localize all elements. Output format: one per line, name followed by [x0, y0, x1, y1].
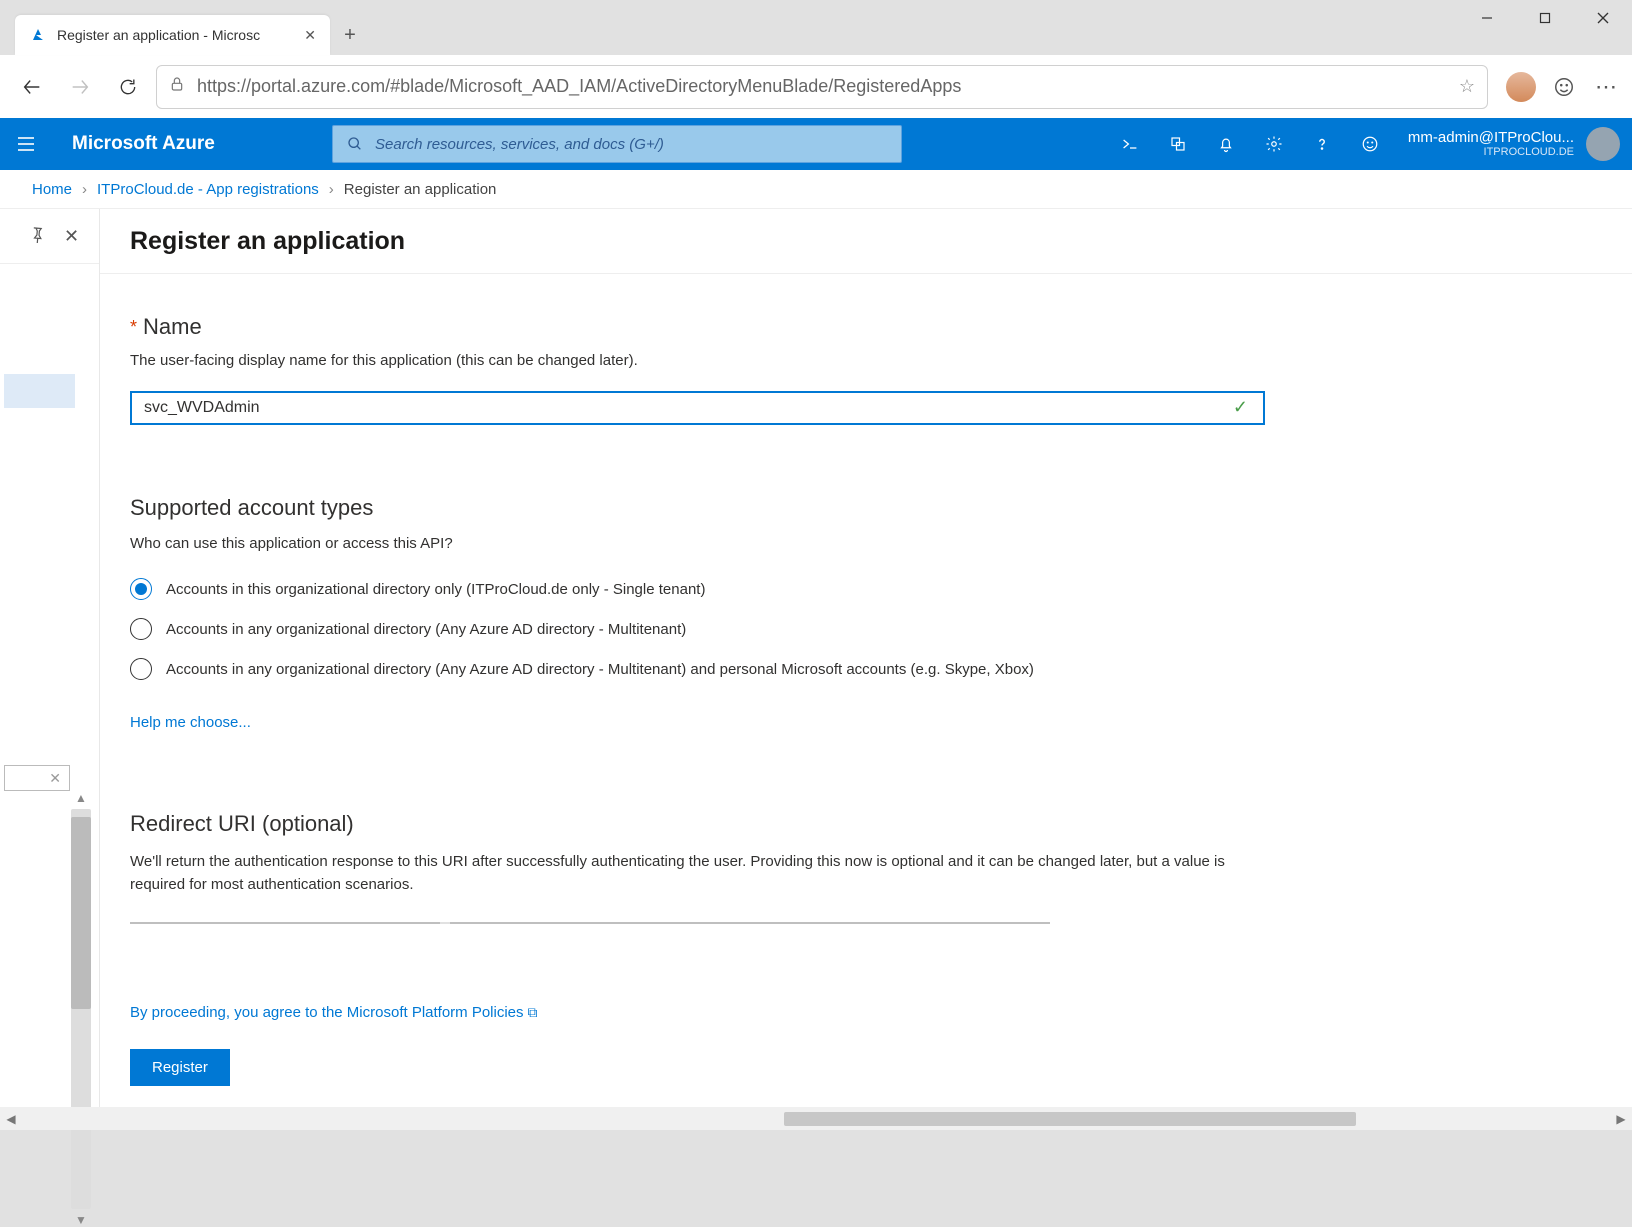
- tab-title: Register an application - Microsc: [57, 27, 294, 43]
- user-email: mm-admin@ITProClou...: [1408, 129, 1574, 146]
- breadcrumb-sep: ›: [329, 181, 334, 198]
- scroll-track[interactable]: [22, 1110, 1610, 1128]
- window-minimize[interactable]: [1458, 0, 1516, 36]
- cloud-shell-icon[interactable]: [1106, 118, 1154, 170]
- window-close[interactable]: [1574, 0, 1632, 36]
- platform-policies-link[interactable]: By proceeding, you agree to the Microsof…: [130, 1004, 538, 1021]
- radio-label: Accounts in this organizational director…: [166, 581, 705, 598]
- brand-label[interactable]: Microsoft Azure: [52, 133, 332, 155]
- breadcrumb-sep: ›: [82, 181, 87, 198]
- feedback-icon[interactable]: [1550, 73, 1578, 101]
- rail-selection: [4, 374, 75, 408]
- redirect-label: Redirect URI (optional): [130, 811, 1260, 837]
- feedback-smiley-icon[interactable]: [1346, 118, 1394, 170]
- profile-avatar[interactable]: [1506, 72, 1536, 102]
- breadcrumb: Home › ITProCloud.de - App registrations…: [0, 170, 1632, 209]
- account-types-desc: Who can use this application or access t…: [130, 535, 1260, 552]
- scroll-thumb[interactable]: [784, 1112, 1356, 1126]
- radio-single-tenant[interactable]: Accounts in this organizational director…: [130, 578, 1260, 600]
- global-search[interactable]: Search resources, services, and docs (G+…: [332, 125, 902, 163]
- search-placeholder: Search resources, services, and docs (G+…: [375, 136, 664, 153]
- page-title: Register an application: [130, 227, 405, 256]
- account-types-label: Supported account types: [130, 495, 1260, 521]
- azure-favicon: [29, 26, 47, 44]
- name-input[interactable]: [130, 391, 1265, 425]
- favorite-icon[interactable]: ☆: [1459, 76, 1475, 97]
- radio-label: Accounts in any organizational directory…: [166, 661, 1034, 678]
- help-me-choose-link[interactable]: Help me choose...: [130, 714, 251, 731]
- user-tenant: ITPROCLOUD.DE: [1408, 146, 1574, 159]
- main-content: Register an application * Name The user-…: [100, 209, 1632, 1107]
- browser-tab[interactable]: Register an application - Microsc ✕: [15, 15, 330, 55]
- rail-input[interactable]: ✕: [4, 765, 70, 791]
- nav-back-button[interactable]: [12, 67, 52, 107]
- browser-menu-icon[interactable]: ⋯: [1592, 73, 1620, 101]
- radio-multi-personal[interactable]: Accounts in any organizational directory…: [130, 658, 1260, 680]
- browser-toolbar: https://portal.azure.com/#blade/Microsof…: [0, 55, 1632, 118]
- breadcrumb-current: Register an application: [344, 181, 497, 198]
- close-blade-icon[interactable]: ✕: [64, 226, 79, 247]
- horizontal-scrollbar[interactable]: ◀ ▶: [0, 1107, 1632, 1130]
- radio-label: Accounts in any organizational directory…: [166, 621, 686, 638]
- pin-icon[interactable]: [28, 225, 46, 248]
- required-star: *: [130, 317, 137, 338]
- help-icon[interactable]: [1298, 118, 1346, 170]
- redirect-desc: We'll return the authentication response…: [130, 851, 1260, 896]
- register-button[interactable]: Register: [130, 1049, 230, 1086]
- user-account-info[interactable]: mm-admin@ITProClou... ITPROCLOUD.DE: [1394, 129, 1586, 159]
- scroll-left-icon[interactable]: ◀: [0, 1112, 22, 1126]
- radio-icon: [130, 618, 152, 640]
- window-maximize[interactable]: [1516, 0, 1574, 36]
- radio-multi-tenant[interactable]: Accounts in any organizational directory…: [130, 618, 1260, 640]
- name-label: Name: [143, 314, 202, 340]
- scroll-down-icon[interactable]: ▼: [71, 1213, 91, 1227]
- external-link-icon: ⧉: [528, 1004, 538, 1020]
- scroll-right-icon[interactable]: ▶: [1610, 1112, 1632, 1126]
- radio-icon: [130, 658, 152, 680]
- new-tab-button[interactable]: +: [330, 15, 370, 55]
- close-tab-icon[interactable]: ✕: [304, 27, 316, 44]
- check-icon: ✓: [1233, 397, 1248, 418]
- search-icon: [347, 136, 363, 152]
- directories-icon[interactable]: [1154, 118, 1202, 170]
- address-bar[interactable]: https://portal.azure.com/#blade/Microsof…: [156, 65, 1488, 109]
- radio-icon: [130, 578, 152, 600]
- name-desc: The user-facing display name for this ap…: [130, 352, 1260, 369]
- scroll-up-icon[interactable]: ▲: [71, 791, 91, 805]
- azure-top-bar: Microsoft Azure Search resources, servic…: [0, 118, 1632, 170]
- settings-icon[interactable]: [1250, 118, 1298, 170]
- browser-tab-strip: Register an application - Microsc ✕ +: [0, 0, 1632, 55]
- user-avatar[interactable]: [1586, 127, 1620, 161]
- left-rail: ✕ ✕ ▲ ▼: [0, 209, 100, 1107]
- url-text: https://portal.azure.com/#blade/Microsof…: [197, 76, 1447, 97]
- breadcrumb-appreg[interactable]: ITProCloud.de - App registrations: [97, 181, 319, 198]
- breadcrumb-home[interactable]: Home: [32, 181, 72, 198]
- hamburger-menu[interactable]: [0, 118, 52, 170]
- nav-refresh-button[interactable]: [108, 67, 148, 107]
- rail-scrollbar[interactable]: ▲ ▼: [71, 809, 91, 1209]
- scroll-thumb[interactable]: [71, 817, 91, 1009]
- notifications-icon[interactable]: [1202, 118, 1250, 170]
- redirect-uri-fields[interactable]: [130, 922, 1050, 924]
- nav-forward-button: [60, 67, 100, 107]
- lock-icon: [169, 76, 185, 97]
